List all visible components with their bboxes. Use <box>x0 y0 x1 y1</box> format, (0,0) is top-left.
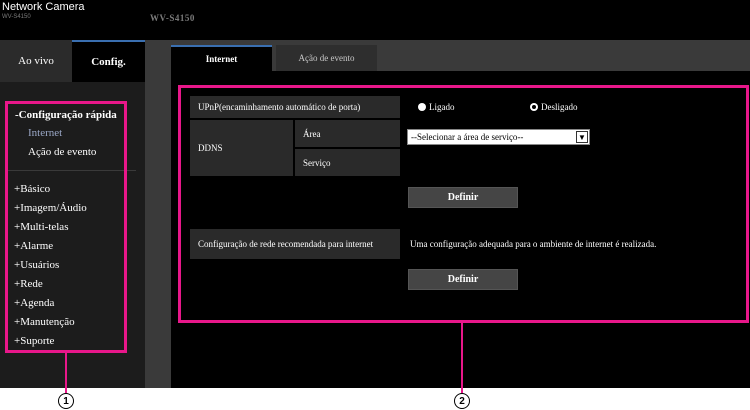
highlight-box-sidebar <box>5 101 127 353</box>
callout-number-2: 2 <box>454 393 470 409</box>
callout-line-2 <box>461 323 463 393</box>
tab-live[interactable]: Ao vivo <box>0 40 72 82</box>
brand-model: WV-S4150 <box>2 14 31 20</box>
callout-number-1: 1 <box>58 393 74 409</box>
callout-line-1 <box>65 353 67 393</box>
brand-name: Network Camera <box>2 1 85 13</box>
tab-internet[interactable]: Internet <box>171 45 272 71</box>
highlight-box-settings <box>178 85 749 323</box>
tab-event-action[interactable]: Ação de evento <box>276 45 377 71</box>
model-title: WV-S4150 <box>150 13 195 23</box>
tab-config[interactable]: Config. <box>72 40 145 82</box>
